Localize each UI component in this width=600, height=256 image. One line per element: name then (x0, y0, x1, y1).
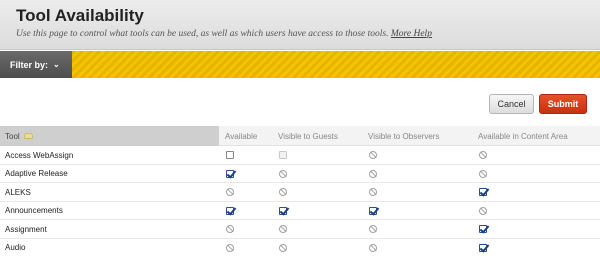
cell-available-in-content-area (472, 146, 600, 164)
not-available-icon (479, 206, 487, 215)
not-available-icon (369, 151, 377, 159)
not-available-icon (369, 243, 377, 252)
not-available-icon (226, 243, 234, 252)
cell-available (219, 146, 272, 164)
not-available-icon (279, 169, 287, 178)
tool-availability-table: Tool Available Visible to Guests Visible… (0, 126, 600, 256)
visible-to-guests-checkbox (279, 151, 287, 159)
not-available-icon (279, 243, 287, 252)
cell-visible-to-observers (362, 183, 472, 201)
not-available-icon (369, 169, 377, 178)
table-row: Announcements (0, 202, 600, 220)
more-help-link[interactable]: More Help (391, 29, 432, 39)
cell-available-in-content-area (472, 202, 600, 220)
available-checkbox[interactable] (226, 151, 234, 159)
available-checkbox[interactable] (226, 206, 234, 215)
not-available-icon (479, 169, 487, 178)
cell-available (219, 220, 272, 238)
page-description: Use this page to control what tools can … (16, 29, 432, 39)
column-header-tool[interactable]: Tool (0, 126, 219, 146)
cell-available (219, 165, 272, 183)
visible-to-observers-checkbox[interactable] (369, 206, 377, 215)
tool-name: ALEKS (5, 187, 31, 197)
tool-name: Access WebAssign (5, 150, 74, 160)
not-available-icon (369, 225, 377, 233)
filter-bar: Filter by: ⌄ (0, 51, 600, 78)
not-available-icon (226, 225, 234, 233)
cell-available-in-content-area (472, 239, 600, 256)
cell-visible-to-observers (362, 220, 472, 238)
table-body: Access WebAssign Adaptive Release ALEKS Ann… (0, 146, 600, 256)
cell-visible-to-observers (362, 146, 472, 164)
cell-visible-to-guests (272, 165, 362, 183)
table-row: Adaptive Release (0, 165, 600, 183)
not-available-icon (226, 188, 234, 196)
cell-visible-to-guests (272, 146, 362, 164)
cancel-button[interactable]: Cancel (489, 94, 534, 114)
cell-visible-to-observers (362, 202, 472, 220)
available-in-content-area-checkbox[interactable] (479, 243, 487, 252)
table-row: ALEKS (0, 183, 600, 202)
table-header-row: Tool Available Visible to Guests Visible… (0, 126, 600, 146)
cell-visible-to-guests (272, 202, 362, 220)
tool-name: Audio (5, 243, 26, 252)
column-header-tool-label: Tool (5, 131, 20, 141)
table-row: Audio (0, 239, 600, 256)
column-header-available-in-content-area: Available in Content Area (478, 131, 568, 141)
cell-available (219, 183, 272, 201)
available-in-content-area-checkbox[interactable] (479, 188, 487, 196)
available-in-content-area-checkbox[interactable] (479, 225, 487, 233)
page-header: Tool Availability Use this page to contr… (0, 0, 600, 50)
cell-visible-to-guests (272, 183, 362, 201)
available-checkbox[interactable] (226, 169, 234, 178)
cell-visible-to-guests (272, 220, 362, 238)
sort-icon (23, 133, 33, 139)
visible-to-guests-checkbox[interactable] (279, 206, 287, 215)
column-header-visible-to-observers: Visible to Observers (368, 131, 440, 141)
not-available-icon (279, 225, 287, 233)
column-header-visible-to-guests: Visible to Guests (278, 131, 338, 141)
page-title: Tool Availability (16, 6, 144, 25)
not-available-icon (279, 188, 287, 196)
tool-name: Adaptive Release (5, 169, 68, 178)
tool-name: Assignment (5, 224, 47, 234)
cell-available-in-content-area (472, 183, 600, 201)
chevron-down-icon: ⌄ (53, 60, 60, 69)
cell-available (219, 202, 272, 220)
cell-available-in-content-area (472, 165, 600, 183)
page-description-text: Use this page to control what tools can … (16, 29, 389, 39)
not-available-icon (369, 188, 377, 196)
cell-visible-to-observers (362, 165, 472, 183)
cell-available-in-content-area (472, 220, 600, 238)
cell-visible-to-observers (362, 239, 472, 256)
cell-available (219, 239, 272, 256)
cell-visible-to-guests (272, 239, 362, 256)
column-header-available: Available (225, 131, 258, 141)
not-available-icon (479, 151, 487, 159)
table-row: Assignment (0, 220, 600, 239)
submit-button[interactable]: Submit (539, 94, 587, 114)
tool-name: Announcements (5, 206, 63, 215)
filter-by-label: Filter by: (10, 59, 49, 70)
filter-by-button[interactable]: Filter by: ⌄ (0, 51, 72, 78)
table-row: Access WebAssign (0, 146, 600, 165)
